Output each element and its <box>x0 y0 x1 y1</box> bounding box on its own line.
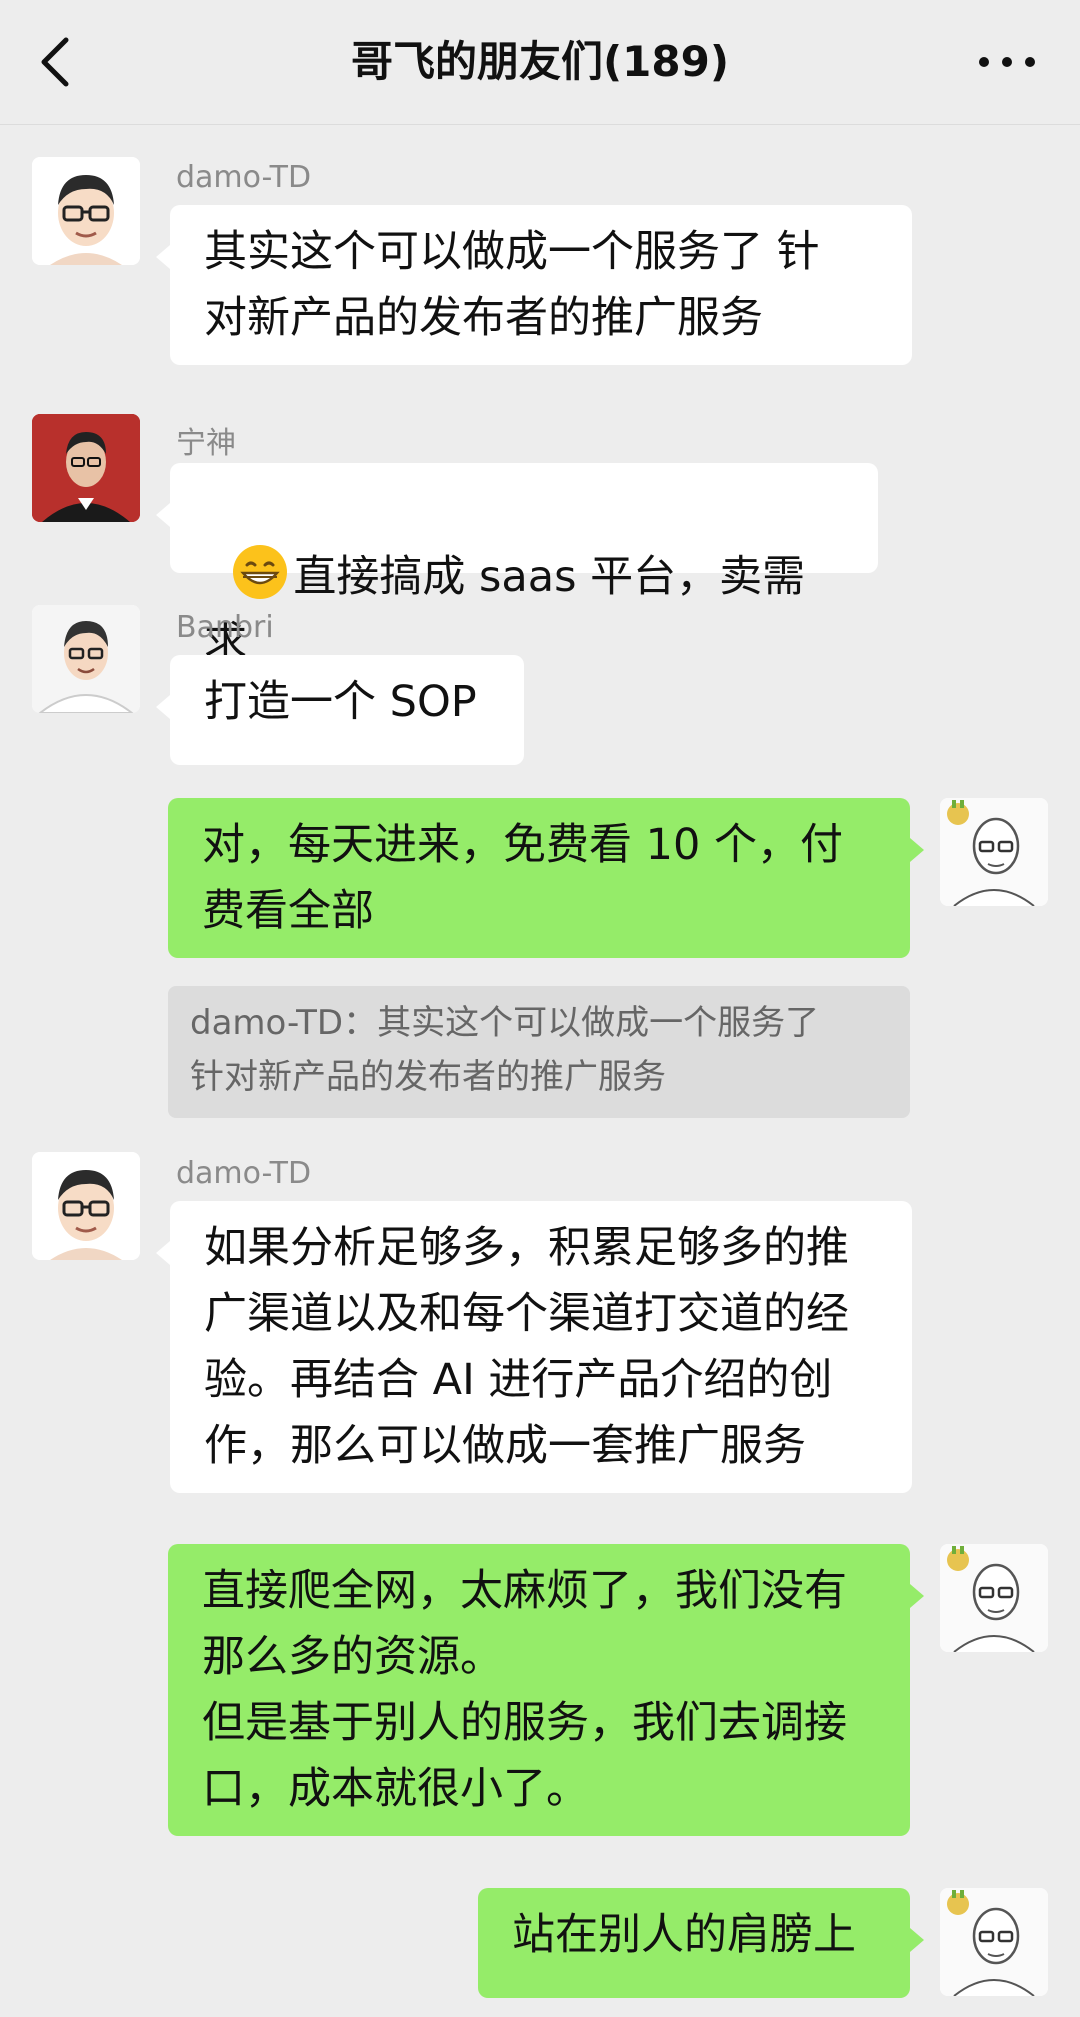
chat-header: 哥飞的朋友们(189) <box>0 0 1080 125</box>
back-button[interactable] <box>30 30 80 94</box>
grinning-face-emoji-icon <box>233 545 288 599</box>
message-bubble[interactable]: 如果分析足够多，积累足够多的推 广渠道以及和每个渠道打交道的经 验。再结合 AI… <box>156 1201 912 1493</box>
chevron-left-icon <box>41 37 69 87</box>
avatar-damo-td[interactable] <box>32 157 140 265</box>
sketch-bald-man-avatar-icon <box>940 1544 1048 1652</box>
cartoon-man-glasses-avatar-icon <box>32 1152 140 1260</box>
more-button[interactable] <box>972 40 1042 84</box>
message-bubble-outgoing[interactable]: 对，每天进来，免费看 10 个，付 费看全部 <box>168 798 924 958</box>
message-bubble[interactable]: 打造一个 SOP <box>156 655 524 765</box>
cartoon-man-white-shirt-avatar-icon <box>32 605 140 713</box>
sender-name: 宁神 <box>176 426 236 461</box>
sketch-bald-man-avatar-icon <box>940 798 1048 906</box>
sketch-bald-man-avatar-icon <box>940 1888 1048 1996</box>
cartoon-man-glasses-avatar-icon <box>32 157 140 265</box>
chat-title: 哥飞的朋友们(189) <box>350 37 730 86</box>
avatar-damo-td[interactable] <box>32 1152 140 1260</box>
photo-man-avatar-icon <box>32 414 140 522</box>
avatar-self[interactable] <box>940 1544 1048 1652</box>
message-bubble[interactable]: 其实这个可以做成一个服务了 针 对新产品的发布者的推广服务 <box>156 205 912 365</box>
more-dots-icon <box>979 57 1035 67</box>
message-bubble-outgoing[interactable]: 直接爬全网，太麻烦了，我们没有 那么多的资源。 但是基于别人的服务，我们去调接 … <box>168 1544 924 1836</box>
sender-name: Banbri <box>176 610 274 645</box>
avatar-self[interactable] <box>940 798 1048 906</box>
avatar-self[interactable] <box>940 1888 1048 1996</box>
quoted-message[interactable]: damo-TD：其实这个可以做成一个服务了 针对新产品的发布者的推广服务 <box>168 986 910 1118</box>
message-text: 直接搞成 saas 平台，卖需求 <box>204 552 806 668</box>
sender-name: damo-TD <box>176 160 312 195</box>
avatar-banbri[interactable] <box>32 605 140 713</box>
sender-name: damo-TD <box>176 1156 312 1191</box>
message-bubble-outgoing[interactable]: 站在别人的肩膀上 <box>478 1888 924 1998</box>
message-bubble[interactable]: 直接搞成 saas 平台，卖需求 <box>156 463 878 668</box>
avatar-ning-shen[interactable] <box>32 414 140 522</box>
